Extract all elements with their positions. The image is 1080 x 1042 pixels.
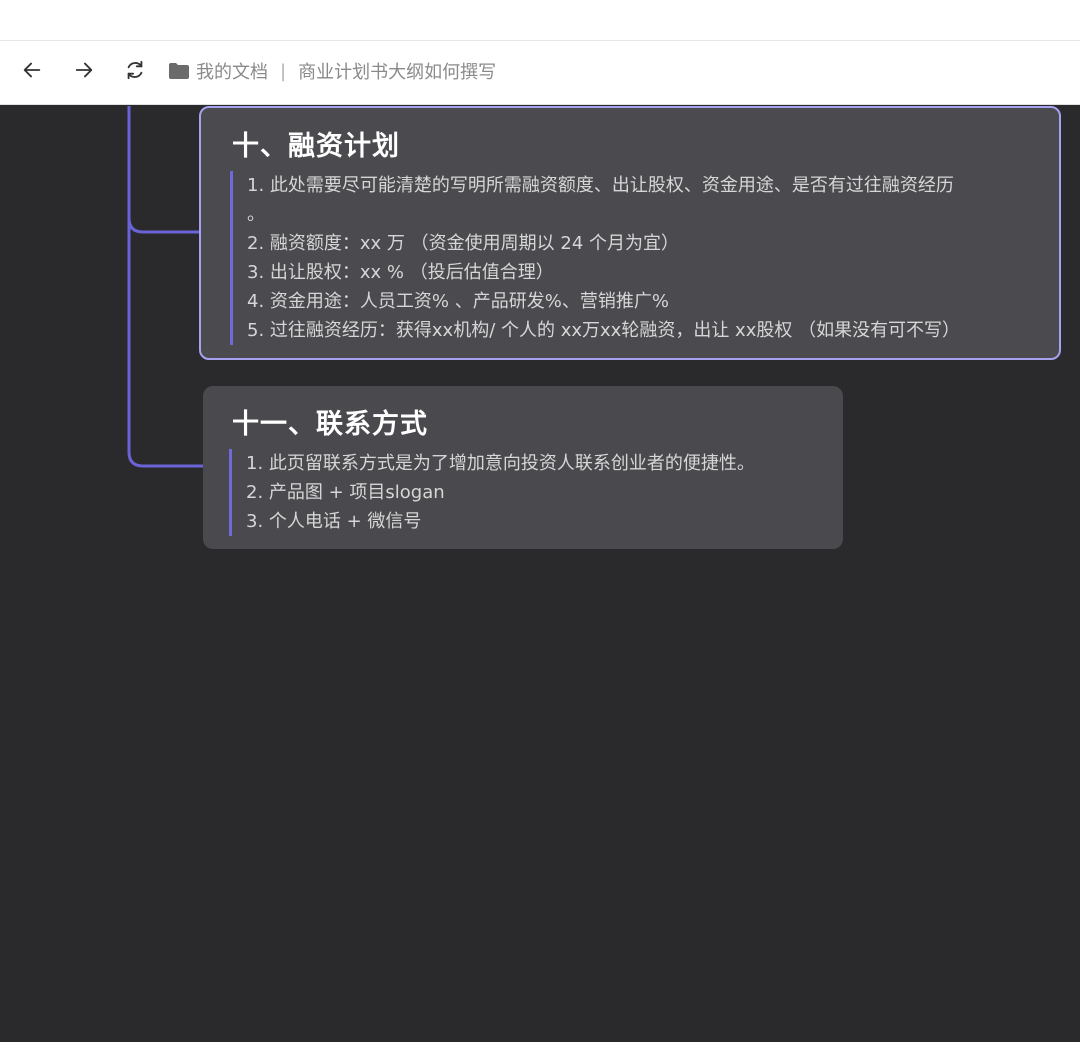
breadcrumb-separator: | [280,60,287,82]
node-title: 十、融资计划 [232,131,400,162]
node-line: 3. 个人电话 + 微信号 [246,511,422,532]
arrow-right-icon [75,62,93,78]
node-line: 1. 此处需要尽可能清楚的写明所需融资额度、出让股权、资金用途、是否有过往融资经… [247,175,954,196]
refresh-icon [127,60,143,80]
document-title: 商业计划书大纲如何撰写 [298,62,497,83]
arrow-left-icon [23,62,41,78]
forward-button[interactable] [69,55,99,85]
mindmap-canvas[interactable]: 十、融资计划 1. 此处需要尽可能清楚的写明所需融资额度、出让股权、资金用途、是… [0,106,1080,1042]
breadcrumb: 我的文档 | 商业计划书大纲如何撰写 [168,59,496,83]
mindmap-node-financing-plan[interactable]: 十、融资计划 1. 此处需要尽可能清楚的写明所需融资额度、出让股权、资金用途、是… [199,106,1061,360]
node-line: 5. 过往融资经历：获得xx机构/ 个人的 xx万xx轮融资，出让 xx股权 （… [247,320,961,341]
folder-icon [169,63,189,79]
mindmap-node-contact-info[interactable]: 十一、联系方式 1. 此页留联系方式是为了增加意向投资人联系创业者的便捷性。 2… [203,386,843,549]
node-title: 十一、联系方式 [232,409,428,440]
node-content: 1. 此页留联系方式是为了增加意向投资人联系创业者的便捷性。 2. 产品图 + … [229,449,836,536]
breadcrumb-my-documents[interactable]: 我的文档 [196,58,268,84]
navigation-toolbar: 我的文档 | 商业计划书大纲如何撰写 [0,41,1080,105]
node-line: 1. 此页留联系方式是为了增加意向投资人联系创业者的便捷性。 [246,453,755,474]
node-content: 1. 此处需要尽可能清楚的写明所需融资额度、出让股权、资金用途、是否有过往融资经… [230,171,1047,345]
node-line: 2. 融资额度：xx 万 （资金使用周期以 24 个月为宜） [247,233,679,254]
window-top-bar [0,0,1080,40]
node-line: 。 [247,204,265,225]
back-button[interactable] [17,55,47,85]
node-line: 2. 产品图 + 项目slogan [246,482,445,503]
node-line: 3. 出让股权：xx % （投后估值合理） [247,262,554,283]
refresh-button[interactable] [120,55,150,85]
node-line: 4. 资金用途：人员工资% 、产品研发%、营销推广% [247,291,669,312]
